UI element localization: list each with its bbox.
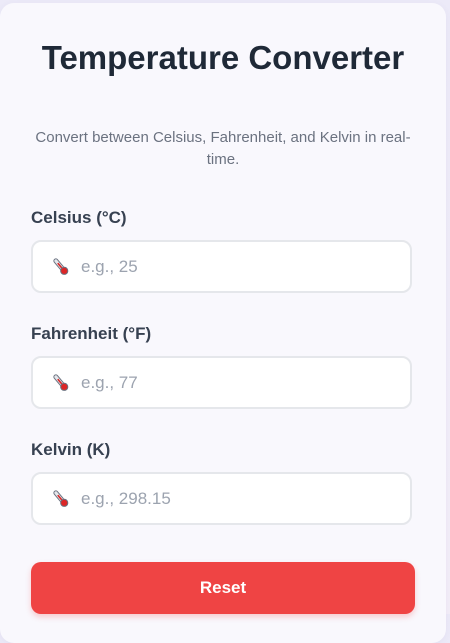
celsius-label: Celsius (°C) [31,208,127,227]
page-title: Temperature Converter [41,39,405,76]
kelvin-field[interactable] [31,472,412,525]
celsius-field[interactable] [31,240,412,293]
fahrenheit-input[interactable] [81,372,381,393]
fahrenheit-label: Fahrenheit (°F) [31,324,152,343]
kelvin-label: Kelvin (K) [31,440,111,459]
converter-card: Temperature Converter Convert between Ce… [0,3,446,643]
fahrenheit-field[interactable] [31,356,412,409]
reset-button[interactable]: Reset [31,562,415,614]
page-subtitle: Convert between Celsius, Fahrenheit, and… [35,129,411,168]
thermometer-icon [52,256,70,278]
thermometer-icon [52,488,70,510]
thermometer-icon [52,372,70,394]
celsius-input[interactable] [81,256,381,277]
kelvin-input[interactable] [81,488,381,509]
